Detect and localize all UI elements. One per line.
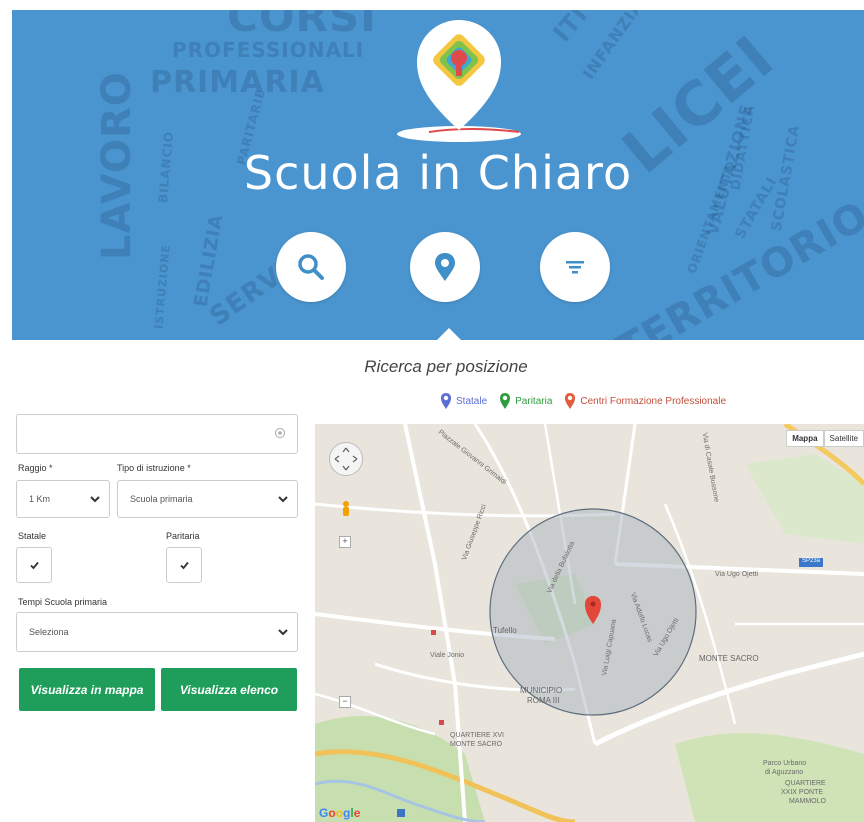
filter-mode-button[interactable] [540,232,610,302]
raggio-label: Raggio * [18,463,53,473]
search-icon [298,254,324,280]
map-place-label: di Aguzzano [765,769,804,776]
search-heading: Ricerca per posizione [364,357,528,376]
tipo-istruzione-select[interactable]: Scuola primaria [117,480,298,518]
legend-label: Centri Formazione Professionale [580,395,727,407]
map-pin-icon [500,393,511,409]
paritaria-label: Paritaria [166,531,200,541]
word-cloud-item: PROFESSIONALI [172,38,365,62]
hero-banner: CORSI PROFESSIONALI PRIMARIA LAVORO LICE… [12,10,864,340]
chevron-down-icon [90,496,100,503]
position-mode-button[interactable] [410,232,480,302]
map-place-label: MONTE SACRO [699,654,759,663]
word-cloud-item: ISTRUZIONE [152,243,173,330]
legend-label: Statale [456,395,488,407]
map-type-control[interactable]: Mappa Satellite [786,430,864,447]
map-street-label: Viale Jonio [430,652,465,659]
map-place-label: MUNICIPIO [520,686,563,695]
tempi-scuola-value: Seleziona [29,627,69,637]
pan-arrows-icon [334,447,358,471]
paritaria-checkbox[interactable] [166,547,202,583]
visualizza-mappa-button[interactable]: Visualizza in mappa [19,668,155,711]
tipo-istruzione-label: Tipo di istruzione * [117,463,191,473]
map-legend: Statale Paritaria Centri Formazione Prof… [440,392,738,410]
legend-item-paritaria: Paritaria [499,392,552,410]
word-cloud-item: CORSI [227,10,377,41]
word-cloud-item: PRIMARIA [150,65,325,100]
map-view[interactable]: Mappa Satellite + − Piazzale Giovanni Gr… [315,424,864,822]
chevron-down-icon [278,496,288,503]
raggio-value: 1 Km [29,494,51,504]
tempi-scuola-select[interactable]: Seleziona [16,612,298,652]
visualizza-elenco-button[interactable]: Visualizza elenco [161,668,297,711]
checkmark-icon [29,561,39,569]
map-place-label: Tufello [493,626,517,635]
tipo-istruzione-value: Scuola primaria [130,494,193,504]
map-type-satellite[interactable]: Satellite [823,430,864,447]
statale-checkbox[interactable] [16,547,52,583]
street-view-icon[interactable] [343,501,349,516]
map-road-shield: SP23a [802,558,821,564]
search-mode-button[interactable] [276,232,346,302]
address-input[interactable] [16,414,298,454]
map-place-label: ROMA III [527,696,560,705]
map-pin-icon [565,393,576,409]
legend-item-centri: Centri Formazione Professionale [564,392,726,410]
checkmark-icon [179,561,189,569]
scuola-in-chiaro-logo [397,20,521,142]
word-cloud-item: ITI [547,10,594,48]
filter-icon [566,261,584,274]
chevron-down-icon [278,629,288,636]
map-type-mappa[interactable]: Mappa [786,430,824,447]
map-street-label: Via Ugo Ojetti [715,571,759,578]
google-logo: Google [319,806,361,820]
map-place-label: QUARTIERE [785,780,826,787]
zoom-out-button[interactable]: − [339,696,351,708]
locate-icon[interactable] [274,427,286,439]
map-place-label: QUARTIERE XVI [450,732,504,739]
raggio-select[interactable]: 1 Km [16,480,110,518]
map-place-label: XXIX PONTE [781,789,824,796]
zoom-in-button[interactable]: + [339,536,351,548]
legend-item-statale: Statale [440,392,487,410]
pan-control[interactable] [329,442,363,476]
active-mode-indicator [436,328,462,340]
map-pin-icon [441,393,451,409]
map-place-label: Parco Urbano [763,760,807,767]
statale-label: Statale [18,531,47,541]
map-place-label: MONTE SACRO [450,741,503,748]
legend-label: Paritaria [515,395,553,407]
tempi-scuola-label: Tempi Scuola primaria [18,597,108,607]
map-place-label: MAMMOLO [789,798,826,805]
word-cloud-item: TERRITORIO [609,192,864,340]
page-title: Scuola in Chiaro [243,146,633,200]
map-pin-icon [435,253,455,281]
